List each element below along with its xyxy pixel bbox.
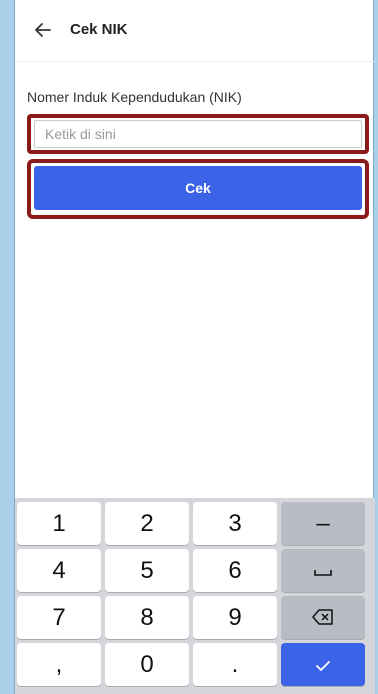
key-space[interactable] <box>281 549 365 592</box>
check-icon <box>315 651 331 679</box>
key-9[interactable]: 9 <box>193 596 277 639</box>
key-0[interactable]: 0 <box>105 643 189 686</box>
key-comma[interactable]: , <box>17 643 101 686</box>
key-1[interactable]: 1 <box>17 502 101 545</box>
cek-button[interactable]: Cek <box>34 166 362 210</box>
nik-field-label: Nomer Induk Kependudukan (NIK) <box>27 89 242 105</box>
keypad-row: 4 5 6 <box>17 549 373 592</box>
space-icon <box>313 557 333 585</box>
key-6[interactable]: 6 <box>193 549 277 592</box>
numeric-keypad: 1 2 3 – 4 5 6 7 8 9 , 0 . <box>15 498 375 694</box>
backspace-icon <box>312 604 334 632</box>
nik-input[interactable] <box>35 121 361 147</box>
key-5[interactable]: 5 <box>105 549 189 592</box>
key-minus[interactable]: – <box>281 502 365 545</box>
page-title: Cek NIK <box>70 21 128 38</box>
nik-input-container[interactable] <box>34 120 362 148</box>
key-done[interactable] <box>281 643 365 686</box>
keypad-row: 7 8 9 <box>17 596 373 639</box>
key-8[interactable]: 8 <box>105 596 189 639</box>
keypad-row: 1 2 3 – <box>17 502 373 545</box>
key-backspace[interactable] <box>281 596 365 639</box>
nik-input-highlight <box>27 114 369 154</box>
key-4[interactable]: 4 <box>17 549 101 592</box>
back-arrow-icon[interactable] <box>33 20 53 40</box>
key-3[interactable]: 3 <box>193 502 277 545</box>
key-7[interactable]: 7 <box>17 596 101 639</box>
keypad-row: , 0 . <box>17 643 373 686</box>
top-bar: Cek NIK <box>15 0 375 62</box>
key-period[interactable]: . <box>193 643 277 686</box>
cek-button-highlight: Cek <box>27 159 369 219</box>
app-screen: Cek NIK Nomer Induk Kependudukan (NIK) C… <box>14 0 375 694</box>
key-2[interactable]: 2 <box>105 502 189 545</box>
